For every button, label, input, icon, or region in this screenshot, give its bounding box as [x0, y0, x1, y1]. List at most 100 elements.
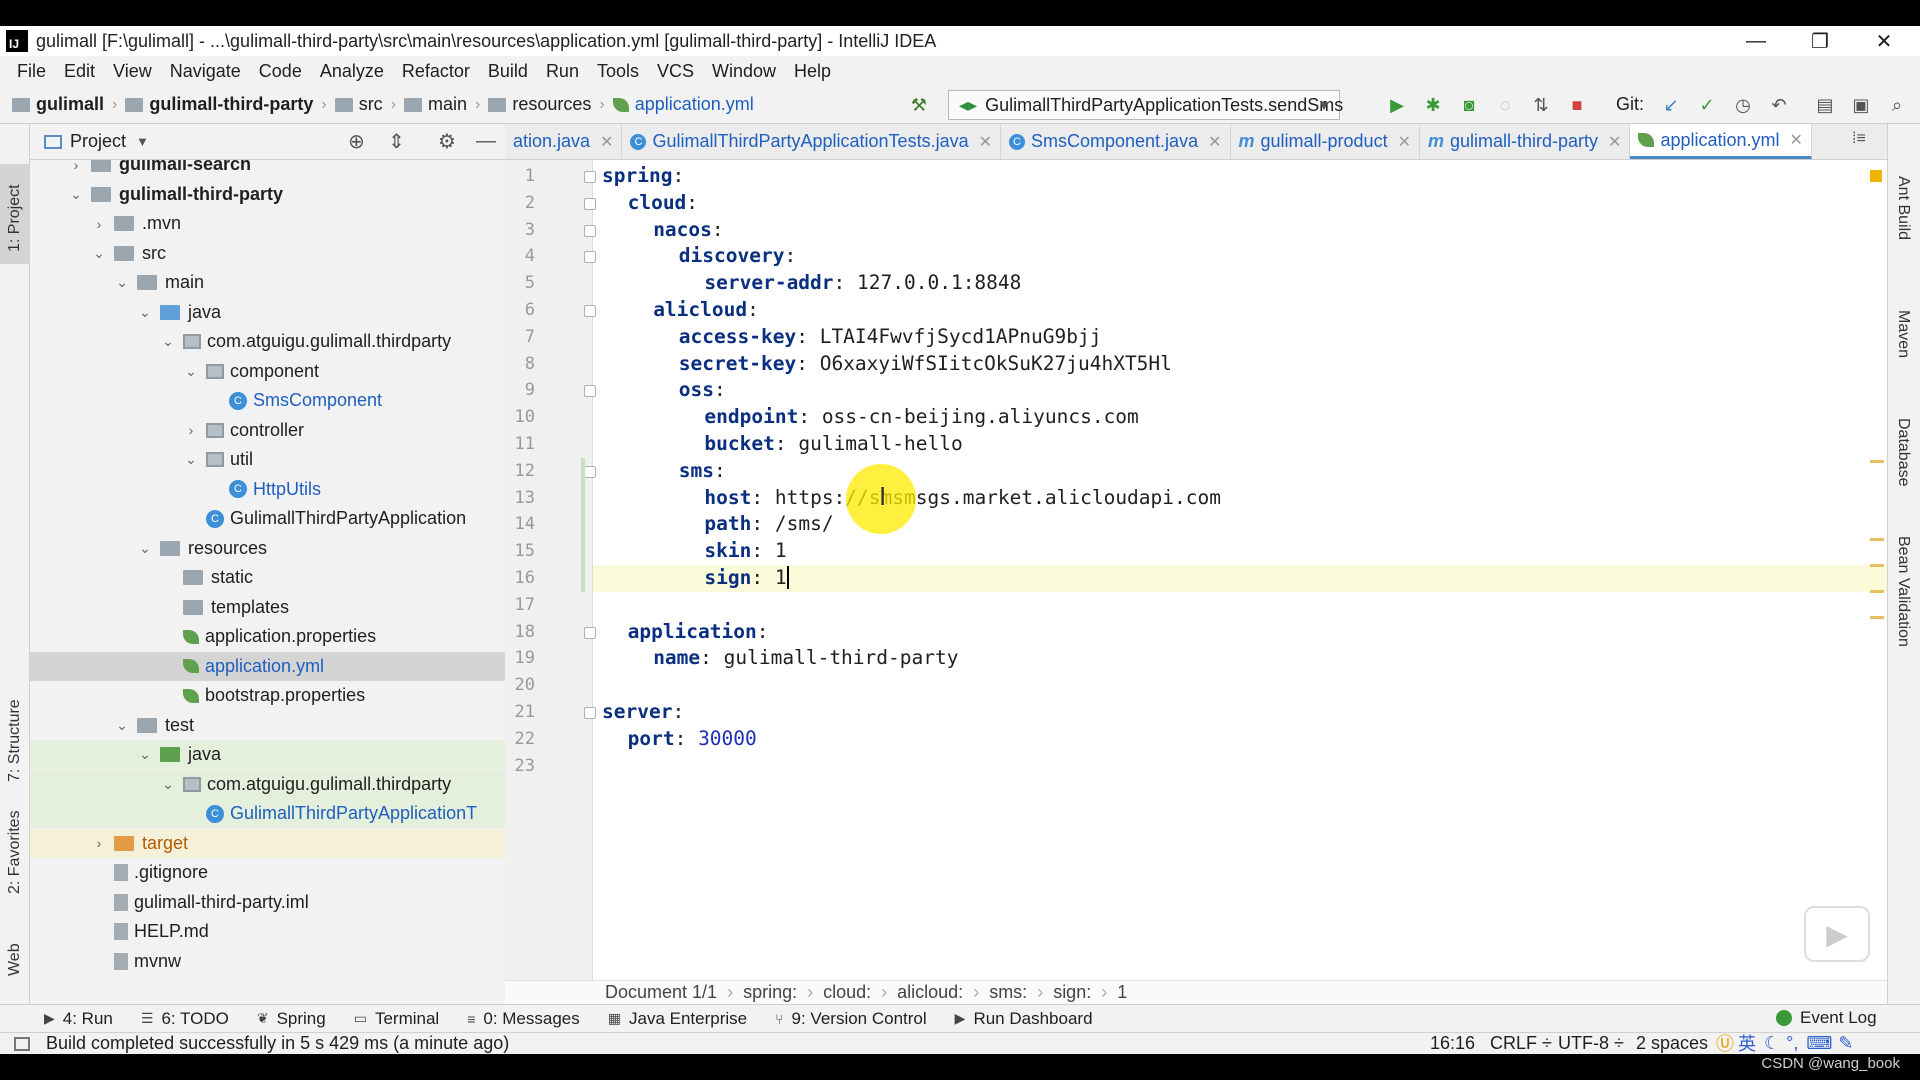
project-structure-icon[interactable]: ▤ — [1814, 94, 1836, 116]
tree-item[interactable]: HELP.md — [30, 917, 505, 946]
close-window-button[interactable]: ✕ — [1854, 26, 1914, 56]
tool-project-label[interactable]: 1: Project — [6, 184, 24, 252]
collapse-all-icon[interactable]: ⇕ — [388, 129, 405, 154]
chevron-down-icon[interactable]: ⌄ — [115, 717, 129, 734]
ime-indicator[interactable]: Ⓤ 英 ☾ °, ⌨ ✎ — [1716, 1032, 1853, 1055]
tree-item[interactable]: › controller — [30, 416, 505, 445]
menu-navigate[interactable]: Navigate — [161, 61, 250, 82]
chevron-right-icon[interactable]: › — [184, 422, 198, 438]
chevron-down-icon[interactable]: ⌄ — [161, 776, 175, 793]
breadcrumb-item[interactable]: alicloud: — [897, 982, 963, 1003]
breadcrumb-item[interactable]: sign: — [1053, 982, 1091, 1003]
tree-item[interactable]: application.yml — [30, 651, 505, 681]
chevron-right-icon[interactable]: › — [92, 835, 106, 851]
tree-item[interactable]: C HttpUtils — [30, 475, 505, 504]
breadcrumb-item[interactable]: spring: — [743, 982, 797, 1003]
editor-tab[interactable]: C SmsComponent.java ✕ — [1001, 124, 1231, 159]
menu-analyze[interactable]: Analyze — [311, 61, 393, 82]
tree-item[interactable]: templates — [30, 593, 505, 622]
indent-setting[interactable]: 2 spaces — [1636, 1032, 1708, 1054]
locate-file-icon[interactable]: ⊕ — [348, 129, 365, 154]
tree-item[interactable]: ⌄ resources — [30, 534, 505, 563]
nav-crumb-module[interactable]: gulimall-third-party — [125, 94, 313, 115]
play-overlay-icon[interactable]: ▶ — [1804, 906, 1870, 962]
chevron-down-icon[interactable]: ⌄ — [92, 245, 106, 262]
tool-ant-build-label[interactable]: Ant Build — [1894, 176, 1912, 240]
tree-item[interactable]: ⌄ src — [30, 239, 505, 268]
vcs-commit-icon[interactable]: ✓ — [1696, 94, 1718, 116]
build-hammer-icon[interactable]: ⚒ — [908, 94, 930, 116]
coverage-icon[interactable]: ◙ — [1458, 94, 1480, 116]
chevron-down-icon[interactable]: ⌄ — [161, 333, 175, 350]
tool-bean-validation-label[interactable]: Bean Validation — [1894, 536, 1912, 647]
tree-item[interactable]: static — [30, 563, 505, 592]
tree-item[interactable]: ⌄ util — [30, 445, 505, 474]
menu-window[interactable]: Window — [703, 61, 785, 82]
tool-window-button[interactable]: ▭ Terminal — [354, 1009, 439, 1029]
chevron-right-icon[interactable]: › — [92, 216, 106, 232]
chevron-down-icon[interactable]: ⌄ — [138, 540, 152, 557]
tree-item[interactable]: ⌄ component — [30, 357, 505, 386]
close-tab-icon[interactable]: ✕ — [1398, 132, 1411, 152]
fold-icon[interactable] — [584, 305, 596, 317]
fold-icon[interactable] — [584, 465, 596, 478]
search-icon[interactable]: ⌕ — [1886, 94, 1908, 116]
fold-icon[interactable] — [584, 251, 596, 264]
menu-file[interactable]: File — [8, 61, 55, 82]
breadcrumb-item[interactable]: sms: — [989, 982, 1027, 1003]
nav-crumb-resources[interactable]: resources — [488, 94, 591, 115]
breadcrumb-item[interactable]: Document 1/1 — [605, 982, 717, 1003]
chevron-down-icon[interactable]: ⌄ — [69, 186, 83, 203]
chevron-down-icon[interactable]: ▼ — [136, 134, 149, 149]
tree-item[interactable]: bootstrap.properties — [30, 681, 505, 710]
status-message[interactable]: Build completed successfully in 5 s 429 … — [46, 1033, 509, 1054]
stop-icon[interactable]: ■ — [1566, 94, 1588, 116]
toggle-tool-windows-icon[interactable] — [14, 1036, 30, 1051]
close-tab-icon[interactable]: ✕ — [1208, 132, 1221, 152]
minimize-button[interactable]: — — [1726, 26, 1786, 56]
editor-tab[interactable]: ation.java ✕ — [505, 124, 623, 159]
file-encoding[interactable]: UTF-8 ÷ — [1558, 1032, 1624, 1054]
fold-icon[interactable] — [584, 626, 596, 639]
editor-tab[interactable]: m gulimall-third-party ✕ — [1420, 124, 1631, 159]
chevron-right-icon[interactable]: › — [69, 160, 83, 173]
tool-window-button[interactable]: ≡ 0: Messages — [467, 1009, 580, 1029]
close-tab-icon[interactable]: ✕ — [600, 132, 613, 152]
close-tab-icon[interactable]: ✕ — [1608, 132, 1621, 152]
fold-icon[interactable] — [584, 385, 596, 398]
tool-window-button[interactable]: ▦ Java Enterprise — [608, 1009, 747, 1029]
tree-item[interactable]: ⌄ test — [30, 711, 505, 740]
tree-item[interactable]: ⌄ gulimall-third-party — [30, 180, 505, 209]
profile-icon[interactable]: ◌ — [1494, 94, 1516, 116]
menu-build[interactable]: Build — [479, 61, 537, 82]
event-log-button[interactable]: Event Log — [1776, 1008, 1877, 1028]
breadcrumb-item[interactable]: cloud: — [823, 982, 871, 1003]
menu-refactor[interactable]: Refactor — [393, 61, 479, 82]
tool-window-button[interactable]: ▶ Run Dashboard — [955, 1009, 1093, 1029]
tree-item[interactable]: C SmsComponent — [30, 386, 505, 415]
chevron-down-icon[interactable]: ⌄ — [138, 304, 152, 321]
chevron-down-icon[interactable]: ⌄ — [115, 274, 129, 291]
editor-tab[interactable]: application.yml ✕ — [1630, 124, 1812, 159]
menu-run[interactable]: Run — [537, 61, 588, 82]
tree-item[interactable]: ⌄ main — [30, 268, 505, 297]
fold-icon[interactable] — [584, 171, 596, 183]
close-tab-icon[interactable]: ✕ — [1790, 130, 1803, 150]
menu-help[interactable]: Help — [785, 61, 840, 82]
editor-tab[interactable]: m gulimall-product ✕ — [1231, 124, 1420, 159]
tool-database-label[interactable]: Database — [1894, 418, 1912, 487]
fold-icon[interactable] — [584, 197, 596, 210]
tool-maven-label[interactable]: Maven — [1894, 310, 1912, 358]
tree-item[interactable]: C GulimallThirdPartyApplication — [30, 504, 505, 533]
tree-item[interactable]: › gulimall-search — [30, 160, 505, 179]
history-icon[interactable]: ◷ — [1732, 94, 1754, 116]
nav-crumb-src[interactable]: src — [334, 94, 383, 115]
nav-crumb-project[interactable]: gulimall — [12, 94, 104, 115]
rollback-icon[interactable]: ↶ — [1768, 94, 1790, 116]
tool-window-button[interactable]: ▶ 4: Run — [44, 1009, 113, 1029]
run-config-select[interactable]: ◂▸ GulimallThirdPartyApplicationTests.se… — [948, 90, 1343, 120]
tree-item[interactable]: ⌄ java — [30, 298, 505, 327]
editor-tab[interactable]: C GulimallThirdPartyApplicationTests.java… — [622, 124, 1001, 159]
tree-item[interactable]: gulimall-third-party.iml — [30, 888, 505, 917]
warning-indicator-icon[interactable] — [1870, 170, 1882, 182]
